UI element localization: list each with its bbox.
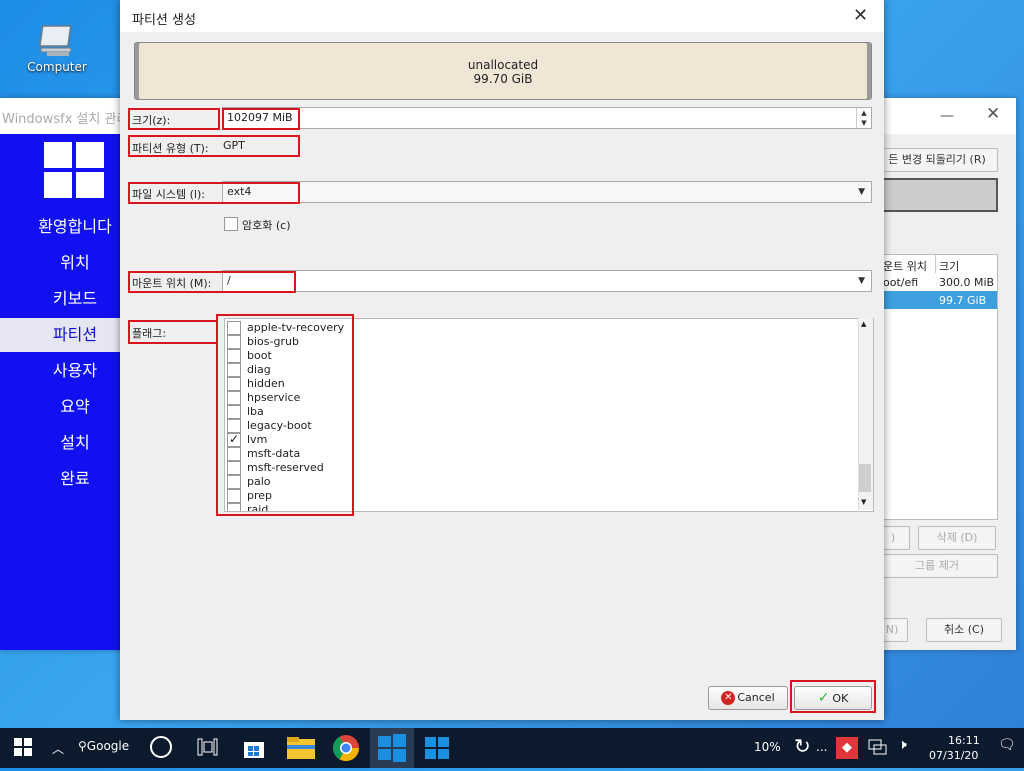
- start-button[interactable]: [14, 738, 32, 759]
- mount-point-combobox[interactable]: / ▼: [222, 270, 872, 292]
- battery-percentage[interactable]: 10%: [754, 740, 781, 754]
- volume-icon[interactable]: 🕨: [898, 737, 907, 753]
- taskbar: ︿ ⚲Google 10% ↻ ... ◆ 🕨 16:11 07/31/20 🗨: [0, 728, 1024, 768]
- revert-all-button[interactable]: 든 변경 되돌리기 (R): [876, 148, 998, 172]
- taskbar-item-windowsfx[interactable]: [424, 736, 450, 763]
- installer-title: Windowsfx 설치 관리: [2, 112, 129, 127]
- anydesk-icon[interactable]: ◆: [836, 737, 858, 759]
- store-icon[interactable]: [242, 736, 266, 763]
- highlight-box: [128, 182, 300, 204]
- scroll-down-icon[interactable]: ▼: [861, 498, 866, 506]
- chevron-down-icon[interactable]: ▼: [858, 271, 865, 291]
- highlight-box: [216, 314, 354, 516]
- disk-usage-bar: [876, 178, 998, 212]
- filesystem-dropdown[interactable]: ext4 ▼: [222, 181, 872, 203]
- chrome-icon[interactable]: [332, 734, 360, 765]
- encrypt-checkbox[interactable]: [224, 217, 238, 231]
- cancel-label: Cancel: [737, 691, 775, 704]
- cortana-icon[interactable]: [150, 736, 172, 758]
- chevron-down-icon: ▼: [858, 187, 865, 197]
- refresh-icon[interactable]: ↻: [794, 734, 811, 758]
- partition-bar-size: 99.70 GiB: [473, 72, 533, 86]
- dialog-title: 파티션 생성: [132, 13, 196, 28]
- table-row-selected[interactable]: 99.7 GiB: [877, 291, 997, 309]
- clock-date[interactable]: 07/31/20: [929, 749, 978, 762]
- column-header-size: 크기: [939, 260, 960, 273]
- partition-bar-label: unallocated: [467, 58, 539, 72]
- search-label: Google: [86, 739, 130, 753]
- delete-button[interactable]: 삭제 (D): [918, 526, 996, 550]
- taskbar-item-installer[interactable]: [370, 728, 414, 768]
- computer-icon: [37, 24, 77, 58]
- partition-table: 운트 위치 크기 oot/efi 300.0 MiB 99.7 GiB: [876, 254, 998, 520]
- minimize-button[interactable]: —: [940, 108, 954, 124]
- desktop-icon-computer[interactable]: Computer: [20, 20, 94, 74]
- highlight-box: [222, 108, 300, 130]
- table-row[interactable]: oot/efi 300.0 MiB: [877, 273, 997, 291]
- remove-volume-group-button[interactable]: 그룹 제거: [876, 554, 998, 578]
- size-spinbox[interactable]: 102097 MiB ▲ ▼: [222, 107, 872, 129]
- installer-cancel-button[interactable]: 취소 (C): [926, 618, 1002, 642]
- network-icon[interactable]: [868, 738, 888, 759]
- encrypt-label: 암호화 (c): [242, 219, 291, 232]
- highlight-box: [128, 135, 300, 157]
- column-divider: [935, 255, 936, 273]
- cancel-icon: ✕: [721, 691, 736, 705]
- close-icon[interactable]: ✕: [853, 5, 868, 26]
- create-partition-dialog: 파티션 생성 ✕ unallocated 99.70 GiB 크기(z): 10…: [120, 0, 884, 720]
- chevron-up-icon[interactable]: ︿: [52, 740, 64, 757]
- desktop-icon-label: Computer: [27, 60, 87, 74]
- highlight-box: [128, 320, 218, 344]
- notification-icon[interactable]: 🗨: [998, 737, 1016, 753]
- windows-logo-icon: [44, 142, 106, 200]
- windows-start-icon: [14, 738, 32, 756]
- search-icon: ⚲: [78, 739, 87, 753]
- table-cell-mount: oot/efi: [883, 276, 919, 289]
- cancel-button[interactable]: ✕ Cancel: [708, 686, 788, 710]
- clock-time[interactable]: 16:11: [948, 734, 980, 747]
- partition-bar[interactable]: unallocated 99.70 GiB: [134, 42, 872, 100]
- search-button[interactable]: ⚲Google: [78, 739, 129, 753]
- column-header-mount: 운트 위치: [883, 260, 927, 273]
- table-cell-size: 300.0 MiB: [939, 276, 995, 289]
- refresh-ellipsis: ...: [816, 740, 828, 754]
- spin-arrows-icon[interactable]: ▲ ▼: [856, 108, 871, 128]
- task-view-icon[interactable]: [196, 737, 218, 760]
- scrollbar-thumb[interactable]: [859, 464, 871, 492]
- dialog-titlebar: 파티션 생성 ✕: [120, 0, 884, 32]
- highlight-box: [128, 108, 220, 130]
- highlight-box: [128, 271, 296, 293]
- file-explorer-icon[interactable]: [286, 735, 316, 764]
- scroll-up-icon[interactable]: ▲: [861, 320, 866, 328]
- highlight-box: [790, 680, 876, 713]
- table-cell-size: 99.7 GiB: [939, 294, 987, 307]
- close-button[interactable]: ✕: [986, 104, 1000, 124]
